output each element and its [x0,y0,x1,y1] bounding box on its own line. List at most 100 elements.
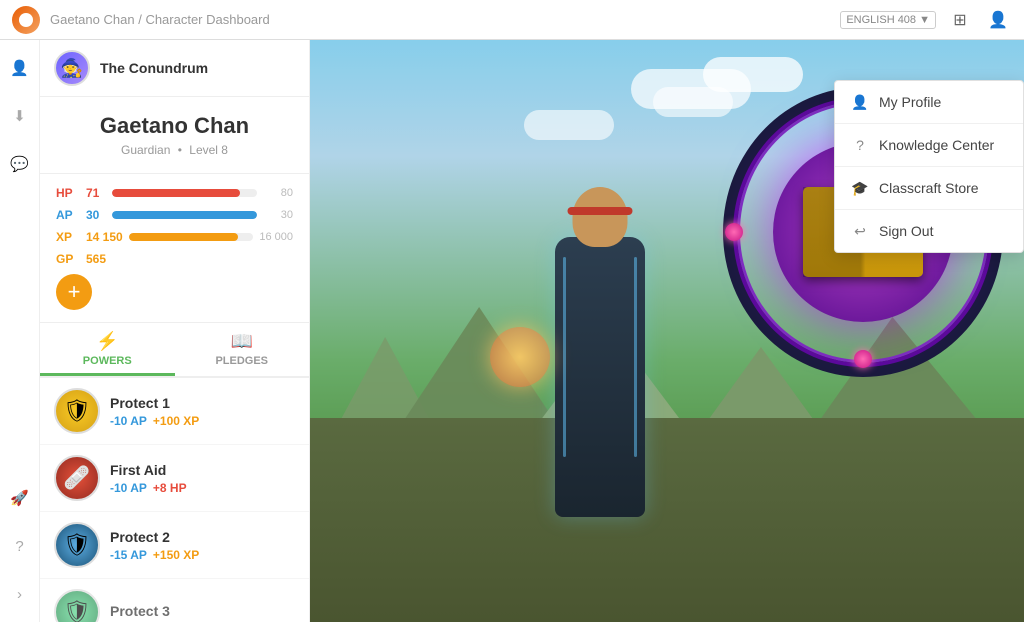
xp-label: XP [56,230,80,244]
top-bar-actions: ENGLISH 408 ▼ ⊞ 👤 [840,6,1012,34]
power-icon-protect-1: 🛡 [54,388,100,434]
power-icon-protect-3: 🛡 [54,589,100,622]
top-bar: Gaetano Chan / Character Dashboard ENGLI… [0,0,1024,40]
character-class: Guardian [121,143,170,157]
my-profile-icon: 👤 [851,93,869,111]
tab-powers[interactable]: ⚡ POWERS [40,323,175,376]
power-item-protect-2[interactable]: 🛡 Protect 2 -15 AP +150 XP [40,512,309,579]
figure-accent-right [634,257,637,457]
background-area: 👤 My Profile ? Knowledge Center 🎓 Classc… [310,40,1024,622]
sidebar-item-help[interactable]: ? [4,530,36,562]
sidebar-item-download[interactable]: ⬇ [4,100,36,132]
xp-bar [129,233,239,241]
magic-orb [490,327,550,387]
cloud-4 [524,110,614,140]
character-panel: 🧙 The Conundrum Gaetano Chan Guardian • … [40,40,310,622]
powers-tab-label: POWERS [83,355,132,367]
character-header: 🧙 The Conundrum [40,40,309,97]
power-name-protect-1: Protect 1 [110,395,295,411]
figure-head [572,187,627,247]
hp-current: 71 [86,186,106,200]
dropdown-item-sign-out[interactable]: ↩ Sign Out [835,210,1023,252]
breadcrumb: Gaetano Chan / Character Dashboard [50,12,840,27]
grid-icon-button[interactable]: ⊞ [946,6,974,34]
stat-row-xp: XP 14 150 16 000 [56,230,293,244]
power-name-protect-3: Protect 3 [110,603,295,619]
breadcrumb-current: Character Dashboard [145,12,269,27]
figure-torso [555,237,645,517]
firstaid-cost-ap: -10 AP [110,481,147,495]
dropdown-item-my-profile[interactable]: 👤 My Profile [835,81,1023,124]
stats-section: HP 71 80 AP 30 30 XP 14 150 [40,174,309,323]
ap-max: 30 [263,209,293,221]
ap-current: 30 [86,208,106,222]
gp-current: 565 [86,252,106,266]
tab-pledges[interactable]: 📖 PLEDGES [175,323,310,376]
sidebar-item-expand[interactable]: › [4,578,36,610]
xp-max: 16 000 [259,231,293,243]
classcraft-store-icon: 🎓 [851,179,869,197]
sidebar-item-rocket[interactable]: 🚀 [4,482,36,514]
figure-accent-left [563,257,566,457]
breadcrumb-parent[interactable]: Gaetano Chan [50,12,135,27]
sidebar-bottom: 🚀 ? › [4,482,36,610]
level-label: Level [189,143,218,157]
gp-label: GP [56,252,80,266]
power-details-protect-2: Protect 2 -15 AP +150 XP [110,529,295,562]
hp-max: 80 [263,187,293,199]
power-details-protect-1: Protect 1 -10 AP +100 XP [110,395,295,428]
classcraft-store-label: Classcraft Store [879,180,979,196]
app-logo[interactable] [12,6,40,34]
power-details-first-aid: First Aid -10 AP +8 HP [110,462,295,495]
character-info: Gaetano Chan Guardian • Level 8 [40,97,309,174]
character-subtitle: Guardian • Level 8 [56,143,293,157]
gem-left [725,223,743,241]
sign-out-label: Sign Out [879,223,933,239]
firstaid-cost-hp: +8 HP [153,481,187,495]
profile-icon-button[interactable]: 👤 [984,6,1012,34]
pledges-tab-icon: 📖 [231,331,253,352]
stat-row-gp: GP 565 [56,252,293,266]
dropdown-item-classcraft-store[interactable]: 🎓 Classcraft Store [835,167,1023,210]
hp-bar-container [112,189,257,197]
gem-bottom [854,350,872,368]
figure-headband [567,207,632,215]
protect1-cost-ap: -10 AP [110,414,147,428]
knowledge-center-icon: ? [851,136,869,154]
character-name: Gaetano Chan [56,113,293,139]
power-name-protect-2: Protect 2 [110,529,295,545]
power-icon-protect-2: 🛡 [54,522,100,568]
power-cost-first-aid: -10 AP +8 HP [110,481,295,495]
power-item-first-aid[interactable]: 🩹 First Aid -10 AP +8 HP [40,445,309,512]
dot-separator: • [178,143,182,157]
ap-bar [112,211,257,219]
language-selector[interactable]: ENGLISH 408 ▼ [840,11,936,29]
protect1-cost-xp: +100 XP [153,414,199,428]
icon-sidebar: 👤 ⬇ 💬 🚀 ? › [0,40,40,622]
character-avatar-small: 🧙 [54,50,90,86]
xp-current: 14 150 [86,230,123,244]
ap-bar-container [112,211,257,219]
power-icon-first-aid: 🩹 [54,455,100,501]
ap-label: AP [56,208,80,222]
dropdown-menu: 👤 My Profile ? Knowledge Center 🎓 Classc… [834,80,1024,253]
power-item-protect-1[interactable]: 🛡 Protect 1 -10 AP +100 XP [40,378,309,445]
protect2-cost-ap: -15 AP [110,548,147,562]
character-level: 8 [221,143,228,157]
main-layout: 👤 ⬇ 💬 🚀 ? › 🧙 The Conundrum Gaetano Chan… [0,40,1024,622]
stat-row-hp: HP 71 80 [56,186,293,200]
hp-bar [112,189,240,197]
my-profile-label: My Profile [879,94,941,110]
power-item-protect-3[interactable]: 🛡 Protect 3 [40,579,309,622]
power-name-first-aid: First Aid [110,462,295,478]
group-name: The Conundrum [100,60,208,76]
hp-label: HP [56,186,80,200]
add-button[interactable]: + [56,274,92,310]
powers-tab-icon: ⚡ [96,331,118,352]
sidebar-item-person[interactable]: 👤 [4,52,36,84]
dropdown-item-knowledge-center[interactable]: ? Knowledge Center [835,124,1023,167]
avatar-emoji: 🧙 [61,58,83,79]
sidebar-item-chat[interactable]: 💬 [4,148,36,180]
knowledge-center-label: Knowledge Center [879,137,994,153]
character-figure [510,147,690,517]
